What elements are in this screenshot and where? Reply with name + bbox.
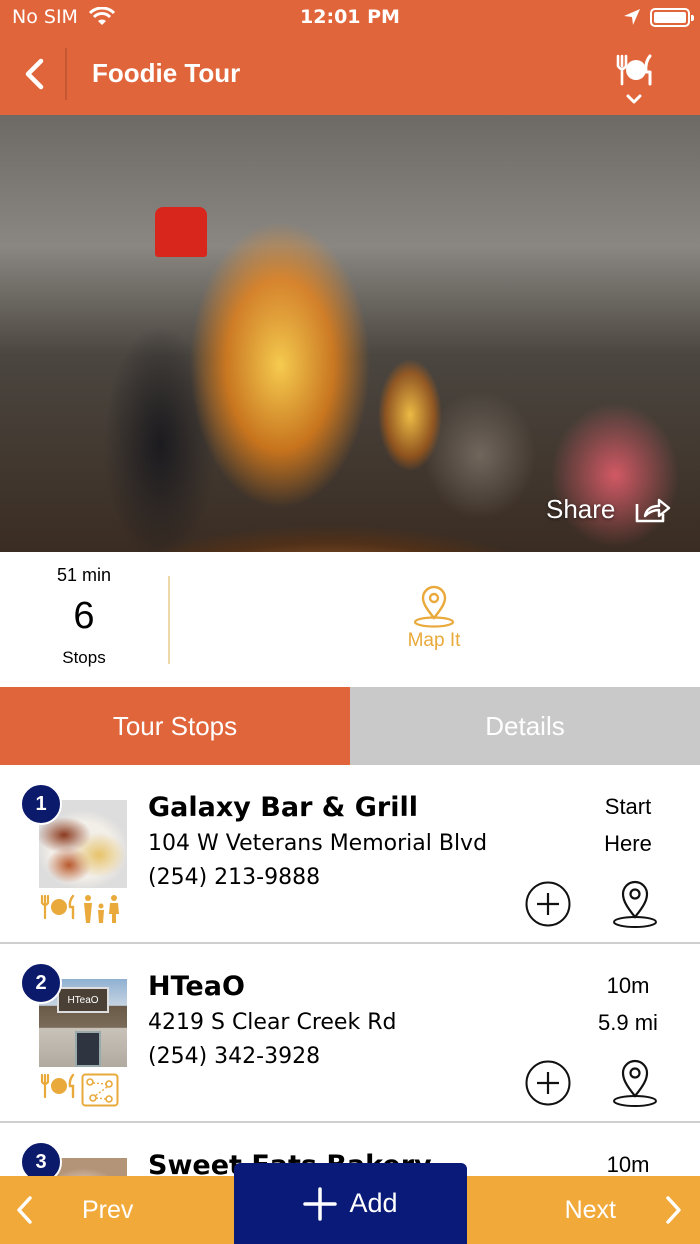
status-bar: No SIM 12:01 PM	[0, 0, 700, 34]
prev-label: Prev	[82, 1195, 134, 1224]
add-button[interactable]: Add	[234, 1163, 467, 1244]
category-menu-button[interactable]	[612, 52, 658, 110]
stop-meta-bottom: 5.9 mi	[598, 1010, 658, 1035]
next-label: Next	[564, 1195, 616, 1224]
stop-categories	[39, 1073, 119, 1107]
add-stop-button[interactable]	[525, 1060, 571, 1106]
hero-image: Share	[0, 115, 700, 552]
plus-circle-icon	[525, 1060, 571, 1106]
add-label: Add	[349, 1188, 398, 1218]
battery-icon	[650, 8, 694, 27]
storefront-sign: HTeaO	[57, 987, 109, 1013]
map-trail-icon	[81, 1073, 119, 1107]
tour-stats: 51 min 6 Stops	[0, 552, 168, 687]
dining-icon	[40, 1073, 75, 1099]
stop-map-button[interactable]	[611, 1058, 659, 1108]
stop-meta-top: Start	[604, 794, 652, 819]
clock-label: 12:01 PM	[300, 6, 400, 28]
fork-knife-plate-icon	[616, 54, 652, 104]
list-item[interactable]: HTeaO 2 HTeaO 4219 S Clear Creek Rd (254…	[0, 944, 700, 1123]
share-button[interactable]: Share	[546, 494, 671, 525]
plus-icon	[303, 1186, 338, 1221]
nav-bar: Foodie Tour	[0, 34, 700, 115]
family-icon	[84, 895, 119, 923]
nav-divider	[65, 48, 67, 100]
back-button[interactable]	[18, 56, 50, 92]
chevron-right-icon	[666, 1196, 681, 1224]
page-title: Foodie Tour	[92, 58, 241, 88]
tab-tour-stops[interactable]: Tour Stops	[0, 687, 350, 765]
location-arrow-icon	[623, 8, 641, 30]
chevron-left-icon	[17, 1196, 32, 1224]
stop-phone[interactable]: (254) 213-9888	[148, 865, 320, 890]
share-label: Share	[546, 494, 616, 524]
tour-summary: 51 min 6 Stops Map It	[0, 552, 700, 687]
map-pin-icon	[613, 880, 657, 928]
stops-list: 1 Galaxy Bar & Grill 104 W Veterans Memo…	[0, 765, 700, 1176]
prev-button[interactable]: Prev	[16, 1176, 133, 1244]
stop-name: HTeaO	[148, 971, 245, 1002]
stop-number-badge: 1	[20, 783, 62, 825]
dining-icon	[40, 894, 75, 920]
tour-duration: 51 min	[56, 565, 112, 585]
add-stop-button[interactable]	[525, 881, 571, 927]
stop-meta-top: 10m	[606, 973, 650, 998]
summary-divider	[168, 576, 170, 664]
stop-meta-top: 10m	[606, 1152, 650, 1176]
stop-number-badge: 2	[20, 962, 62, 1004]
stop-address: 104 W Veterans Memorial Blvd	[148, 831, 488, 856]
map-pin-icon	[613, 1059, 657, 1107]
stop-phone[interactable]: (254) 342-3928	[148, 1044, 320, 1069]
stop-count: 6	[73, 595, 95, 637]
stop-meta-bottom: Here	[604, 831, 652, 856]
hero-chef-hat	[155, 207, 207, 257]
map-pin-icon	[413, 585, 455, 628]
stop-address: 4219 S Clear Creek Rd	[148, 1010, 397, 1035]
tab-bar: Tour Stops Details	[0, 687, 700, 765]
stop-categories	[39, 894, 121, 924]
list-item[interactable]: 1 Galaxy Bar & Grill 104 W Veterans Memo…	[0, 765, 700, 944]
plus-circle-icon	[525, 881, 571, 927]
map-it-label: Map It	[407, 630, 461, 651]
tab-details[interactable]: Details	[350, 687, 700, 765]
share-icon	[636, 498, 671, 522]
stop-map-button[interactable]	[611, 879, 659, 929]
chevron-left-icon	[25, 58, 44, 90]
next-button[interactable]: Next	[565, 1176, 682, 1244]
stop-count-label: Stops	[62, 648, 106, 667]
map-it-button[interactable]: Map It	[384, 584, 484, 654]
stop-number-badge: 3	[20, 1141, 62, 1176]
stop-name: Galaxy Bar & Grill	[148, 792, 418, 823]
storefront-door	[75, 1031, 101, 1067]
